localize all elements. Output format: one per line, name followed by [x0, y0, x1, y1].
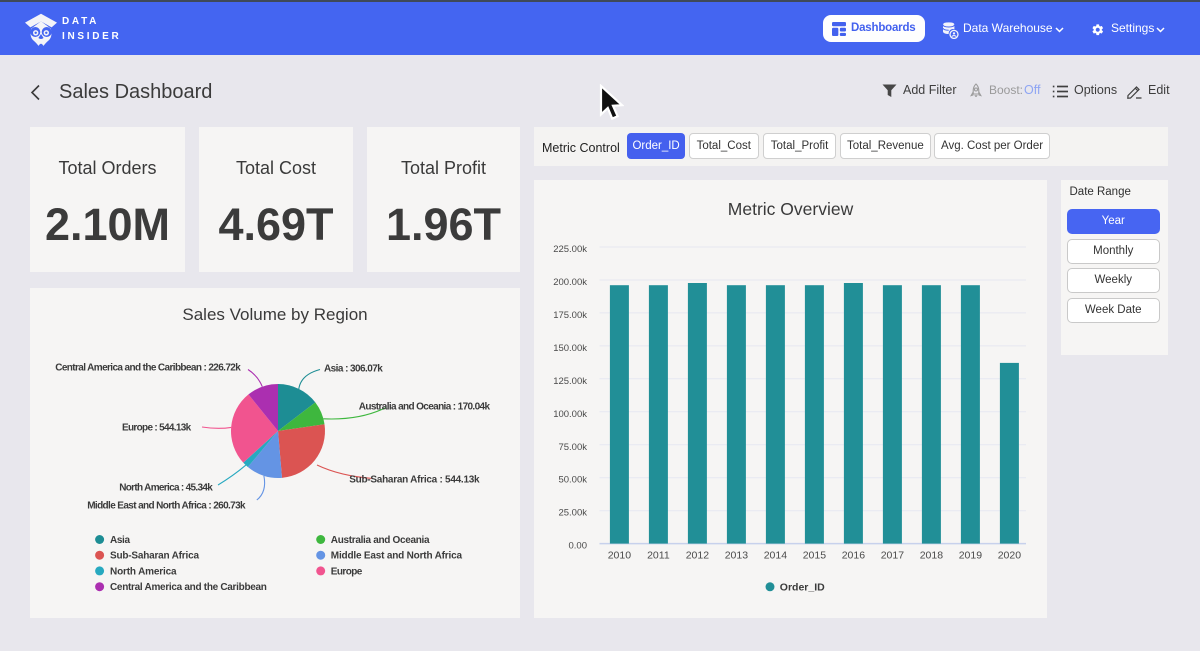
svg-text:2017: 2017 — [881, 549, 905, 561]
svg-text:Australia and Oceania : 170.04: Australia and Oceania : 170.04k — [359, 402, 491, 413]
svg-text:Order_ID: Order_ID — [780, 582, 825, 594]
svg-text:North America: North America — [110, 566, 177, 577]
svg-text:225.00k: 225.00k — [553, 244, 587, 255]
svg-text:Sub-Saharan Africa: Sub-Saharan Africa — [110, 551, 199, 562]
svg-text:North America : 45.34k: North America : 45.34k — [119, 482, 213, 493]
svg-text:100.00k: 100.00k — [553, 409, 587, 420]
svg-text:2011: 2011 — [647, 549, 670, 561]
svg-text:125.00k: 125.00k — [553, 376, 587, 387]
svg-text:0.00: 0.00 — [569, 541, 588, 552]
svg-text:2014: 2014 — [764, 549, 788, 561]
svg-text:150.00k: 150.00k — [553, 343, 587, 354]
svg-text:2010: 2010 — [608, 549, 632, 561]
svg-text:Central America and the Caribb: Central America and the Caribbean — [110, 582, 267, 593]
svg-text:75.00k: 75.00k — [558, 442, 587, 453]
svg-text:2020: 2020 — [998, 549, 1022, 561]
svg-text:Middle East and North Africa :: Middle East and North Africa : 260.73k — [87, 501, 246, 512]
svg-text:25.00k: 25.00k — [558, 508, 587, 519]
svg-text:Central America and the Caribb: Central America and the Caribbean : 226.… — [55, 362, 241, 373]
svg-text:Australia and Oceania: Australia and Oceania — [331, 535, 430, 546]
svg-text:50.00k: 50.00k — [558, 475, 587, 486]
svg-text:Europe: Europe — [331, 566, 363, 577]
svg-text:Sub-Saharan Africa : 544.13k: Sub-Saharan Africa : 544.13k — [349, 474, 480, 485]
svg-text:Middle East and North Africa: Middle East and North Africa — [331, 551, 463, 562]
svg-text:2015: 2015 — [803, 549, 827, 561]
svg-text:2018: 2018 — [920, 549, 944, 561]
svg-text:200.00k: 200.00k — [553, 277, 587, 288]
svg-text:2012: 2012 — [686, 549, 710, 561]
svg-text:2016: 2016 — [842, 549, 866, 561]
svg-text:Europe : 544.13k: Europe : 544.13k — [122, 422, 192, 433]
svg-text:Asia : 306.07k: Asia : 306.07k — [324, 364, 383, 375]
svg-text:Asia: Asia — [110, 535, 130, 546]
svg-text:2019: 2019 — [959, 549, 983, 561]
svg-text:2013: 2013 — [725, 549, 749, 561]
svg-text:175.00k: 175.00k — [553, 310, 587, 321]
